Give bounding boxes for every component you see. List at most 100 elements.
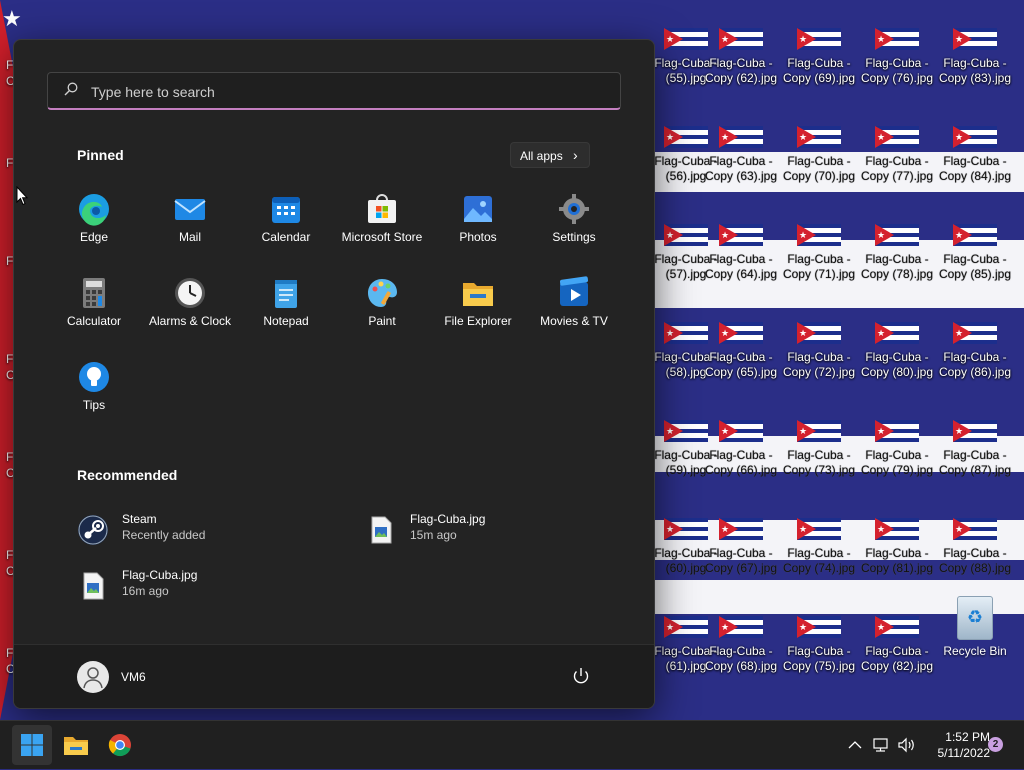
- desktop-file-icon[interactable]: ★ Flag-Cuba - Copy (74).jpg: [780, 518, 858, 612]
- cuba-flag-icon: ★: [953, 28, 997, 50]
- clock-icon: [173, 276, 207, 310]
- pinned-app-calendar[interactable]: Calendar: [238, 182, 334, 258]
- desktop-file-icon[interactable]: ★ Flag-Cuba - Copy (82).jpg: [858, 616, 936, 710]
- desktop-file-icon[interactable]: ★ Flag-Cuba - Copy (85).jpg: [936, 224, 1014, 318]
- cuba-flag-icon: ★: [797, 224, 841, 246]
- desktop-file-icon[interactable]: ★ Flag-Cuba - Copy (84).jpg: [936, 126, 1014, 220]
- desktop-file-label: Flag-Cuba - Copy (77).jpg: [860, 154, 934, 183]
- image-file-icon: [371, 516, 392, 544]
- cuba-flag-icon: ★: [875, 322, 919, 344]
- search-icon: [64, 82, 78, 96]
- pinned-app-label: Notepad: [263, 314, 309, 328]
- desktop-file-icon[interactable]: ★ Flag-Cuba - Copy (66).jpg: [702, 420, 780, 514]
- chevron-up-icon[interactable]: [845, 735, 865, 755]
- desktop-file-icon[interactable]: ★ Flag-Cuba - Copy (63).jpg: [702, 126, 780, 220]
- cuba-flag-icon: ★: [875, 126, 919, 148]
- store-icon: [365, 192, 399, 226]
- cuba-flag-icon: ★: [797, 420, 841, 442]
- desktop-file-icon[interactable]: ★ Flag-Cuba - Copy (81).jpg: [858, 518, 936, 612]
- folder-icon: [64, 737, 88, 755]
- volume-icon[interactable]: [896, 735, 916, 755]
- taskbar-chrome[interactable]: [100, 725, 140, 765]
- desktop-file-label: Flag-Cuba - Copy (66).jpg: [704, 448, 778, 477]
- desktop-file-icon[interactable]: ★ Flag-Cuba - Copy (65).jpg: [702, 322, 780, 416]
- recommended-title: Recommended: [77, 467, 178, 483]
- pinned-app-mail[interactable]: Mail: [142, 182, 238, 258]
- power-icon[interactable]: [570, 665, 592, 687]
- recommended-item-flag-cuba-2[interactable]: Flag-Cuba.jpg 16m ago: [77, 566, 317, 610]
- desktop-file-icon[interactable]: ★ Flag-Cuba - Copy (68).jpg: [702, 616, 780, 710]
- desktop-file-icon[interactable]: ★ Flag-Cuba - Copy (75).jpg: [780, 616, 858, 710]
- user-avatar[interactable]: [77, 661, 109, 693]
- windows-logo-icon: [21, 734, 43, 756]
- clock-time: 1:52 PM: [945, 730, 990, 744]
- desktop-file-label: Flag-Cuba - Copy (82).jpg: [860, 644, 934, 673]
- desktop-file-icon[interactable]: ★ Flag-Cuba - Copy (64).jpg: [702, 224, 780, 318]
- desktop-file-icon[interactable]: ★ Flag-Cuba - Copy (67).jpg: [702, 518, 780, 612]
- all-apps-button[interactable]: All apps ›: [510, 142, 590, 168]
- search-box[interactable]: Type here to search: [47, 72, 621, 110]
- network-icon[interactable]: [871, 735, 891, 755]
- desktop-file-icon[interactable]: ★ Flag-Cuba - Copy (73).jpg: [780, 420, 858, 514]
- recommended-item-flag-cuba-1[interactable]: Flag-Cuba.jpg 15m ago: [365, 510, 605, 554]
- desktop-file-icon[interactable]: ★ Flag-Cuba - Copy (83).jpg: [936, 28, 1014, 122]
- user-name[interactable]: VM6: [121, 670, 146, 684]
- desktop-file-icon[interactable]: ★ Flag-Cuba - Copy (62).jpg: [702, 28, 780, 122]
- pinned-app-paint[interactable]: Paint: [334, 266, 430, 342]
- desktop-file-icon[interactable]: ★ Flag-Cuba - Copy (87).jpg: [936, 420, 1014, 514]
- pinned-app-alarms-clock[interactable]: Alarms & Clock: [142, 266, 238, 342]
- pinned-app-edge[interactable]: Edge: [46, 182, 142, 258]
- recommended-name: Flag-Cuba.jpg: [122, 568, 198, 582]
- cuba-flag-icon: ★: [797, 518, 841, 540]
- photos-icon: [461, 192, 495, 226]
- pinned-app-label: Paint: [368, 314, 396, 328]
- pinned-app-photos[interactable]: Photos: [430, 182, 526, 258]
- recycle-bin-icon[interactable]: ♻ Recycle Bin: [943, 596, 1007, 658]
- desktop-file-label: Flag-Cuba - Copy (78).jpg: [860, 252, 934, 281]
- notification-badge[interactable]: 2: [988, 737, 1003, 752]
- calendar-icon: [269, 192, 303, 226]
- chevron-right-icon: ›: [573, 147, 578, 163]
- pinned-app-movies-tv[interactable]: Movies & TV: [526, 266, 622, 342]
- cuba-flag-icon: ★: [875, 518, 919, 540]
- pinned-app-file-explorer[interactable]: File Explorer: [430, 266, 526, 342]
- desktop-file-icon[interactable]: ★ Flag-Cuba - Copy (72).jpg: [780, 322, 858, 416]
- cuba-flag-icon: ★: [797, 126, 841, 148]
- cuba-flag-icon: ★: [953, 420, 997, 442]
- desktop-file-icon[interactable]: ★ Flag-Cuba - Copy (70).jpg: [780, 126, 858, 220]
- desktop-file-label: Flag-Cuba - Copy (81).jpg: [860, 546, 934, 575]
- pinned-app-label: Tips: [82, 398, 106, 412]
- desktop-right-edge: [1016, 0, 1024, 720]
- desktop-file-icon[interactable]: ★ Flag-Cuba - Copy (76).jpg: [858, 28, 936, 122]
- pinned-app-label: File Explorer: [444, 314, 512, 328]
- cuba-flag-icon: ★: [719, 224, 763, 246]
- desktop-file-label: Flag-Cuba - Copy (80).jpg: [860, 350, 934, 379]
- desktop-file-icon[interactable]: ★ Flag-Cuba - Copy (71).jpg: [780, 224, 858, 318]
- desktop-file-icon[interactable]: ★ Flag-Cuba - Copy (78).jpg: [858, 224, 936, 318]
- pinned-app-label: Movies & TV: [540, 314, 608, 328]
- recommended-name: Flag-Cuba.jpg: [410, 512, 486, 526]
- start-menu-footer: VM6: [14, 644, 654, 708]
- recommended-item-steam[interactable]: Steam Recently added: [77, 510, 317, 554]
- pinned-app-notepad[interactable]: Notepad: [238, 266, 334, 342]
- taskbar-file-explorer[interactable]: [56, 725, 96, 765]
- start-button[interactable]: [12, 725, 52, 765]
- desktop-file-label: Flag-Cuba - Copy (86).jpg: [938, 350, 1012, 379]
- pinned-app-tips[interactable]: Tips: [46, 350, 142, 426]
- pinned-app-settings[interactable]: Settings: [526, 182, 622, 258]
- calculator-icon: [77, 276, 111, 310]
- desktop-file-icon[interactable]: ★ Flag-Cuba - Copy (80).jpg: [858, 322, 936, 416]
- taskbar-clock[interactable]: 1:52 PM 5/11/2022: [920, 729, 991, 761]
- recommended-name: Steam: [122, 512, 157, 526]
- cuba-flag-icon: ★: [875, 28, 919, 50]
- pinned-app-calculator[interactable]: Calculator: [46, 266, 142, 342]
- desktop-file-icon[interactable]: ★ Flag-Cuba - Copy (86).jpg: [936, 322, 1014, 416]
- desktop-file-label: Flag-Cuba - Copy (64).jpg: [704, 252, 778, 281]
- recycle-bin-label: Recycle Bin: [943, 644, 1007, 658]
- desktop-file-icon[interactable]: ★ Flag-Cuba - Copy (69).jpg: [780, 28, 858, 122]
- pinned-app-microsoft-store[interactable]: Microsoft Store: [334, 182, 430, 258]
- chrome-icon: [108, 734, 131, 757]
- desktop-file-icon[interactable]: ★ Flag-Cuba - Copy (77).jpg: [858, 126, 936, 220]
- steam-icon: [78, 515, 108, 545]
- desktop-file-icon[interactable]: ★ Flag-Cuba - Copy (79).jpg: [858, 420, 936, 514]
